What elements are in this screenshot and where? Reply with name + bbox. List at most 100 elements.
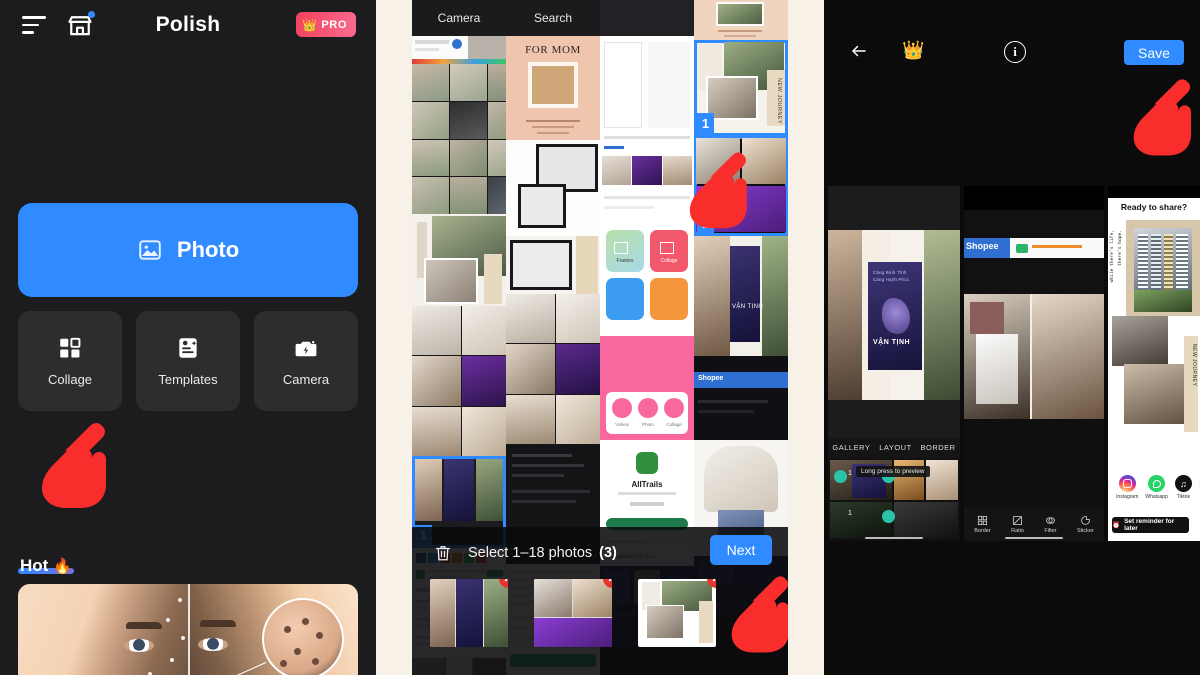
home-indicator <box>1005 536 1063 539</box>
editor-tab-row: GALLERY LAYOUT BORDER <box>828 438 960 456</box>
thumb-social-post[interactable] <box>412 36 506 64</box>
thumb-frames-white[interactable] <box>506 140 600 236</box>
editor-body: Càng Bình Tĩnh Càng Hạnh Phúc VẬN TỊNH G… <box>824 186 1200 675</box>
thumb-selected-3[interactable]: 1 <box>694 136 788 236</box>
tool-filter-label: Filter <box>1044 527 1057 534</box>
save-button-label: Save <box>1138 44 1170 61</box>
thumb-pink-dialog[interactable]: Videos Photo Collage <box>600 336 694 440</box>
eye-left <box>124 639 154 652</box>
editor-toolbar: Border Ratio Filter Sticker <box>964 507 1104 541</box>
selection-badge: 1 <box>697 113 714 133</box>
tool-ratio[interactable]: Ratio <box>1011 515 1024 534</box>
thumb-feature-cards[interactable]: Frames Collage <box>600 224 694 336</box>
thumb-shopee[interactable]: Shopee <box>694 356 788 440</box>
fire-icon: 🔥 <box>53 558 73 575</box>
middle-panel-photo-picker: 1 <box>412 0 788 675</box>
selected-thumb-2[interactable]: ✕ <box>534 579 612 647</box>
share-whatsapp[interactable]: Whatsapp <box>1145 475 1168 500</box>
thumb-fashion-grid[interactable] <box>506 294 600 445</box>
quick-action-tiles: Collage Templates Camera <box>18 311 358 411</box>
pro-badge-button[interactable]: 👑 PRO <box>296 12 356 37</box>
thumb-journey-poster[interactable] <box>412 214 506 306</box>
tab-camera[interactable]: Camera <box>412 0 506 36</box>
sparkle <box>178 598 182 602</box>
journey-caption: NEW JOURNEY <box>1191 344 1197 387</box>
tab-border[interactable]: BORDER <box>920 443 955 452</box>
info-icon[interactable]: i <box>1004 41 1026 63</box>
tool-filter[interactable]: Filter <box>1044 515 1057 534</box>
selected-thumb-1[interactable]: ✕ <box>430 579 508 647</box>
ready-to-share-heading: Ready to share? <box>1120 202 1188 212</box>
left-panel-app-home: Polish 👑 PRO Photo Collage Templates Cam… <box>0 0 376 675</box>
thumb-balcony-grid[interactable] <box>412 64 506 214</box>
share-tiktok[interactable]: ♫ Tiktok <box>1174 475 1192 500</box>
collage-grid-icon <box>57 335 83 361</box>
hand-pointer-collage <box>20 400 116 510</box>
home-indicator <box>865 536 923 539</box>
instagram-label: Instagram <box>1116 494 1139 500</box>
tab-search[interactable]: Search <box>506 0 600 36</box>
whatsapp-icon <box>1148 475 1166 492</box>
camera-tile[interactable]: Camera <box>254 311 358 411</box>
banner-line1: Càng Bình Tĩnh <box>873 270 907 275</box>
journey-caption: NEW JOURNEY <box>776 78 782 125</box>
camera-tile-label: Camera <box>282 372 330 387</box>
thumb-selected-2[interactable]: NEW JOURNEY 1 <box>694 40 788 136</box>
thumb-journey-beige[interactable] <box>506 236 600 294</box>
collage-editor-screen[interactable]: Càng Bình Tĩnh Càng Hạnh Phúc VẬN TỊNH G… <box>828 186 960 541</box>
tab-search-label: Search <box>533 11 573 25</box>
tab-layout[interactable]: LAYOUT <box>879 443 911 452</box>
sparkle <box>166 618 170 622</box>
selection-title: Select 1–18 photos <box>468 545 593 561</box>
tab-gallery[interactable]: GALLERY <box>832 443 870 452</box>
alltrails-label: AllTrails <box>631 480 663 489</box>
back-arrow-icon[interactable] <box>848 42 870 60</box>
thumb-white-frames[interactable] <box>600 36 694 224</box>
pro-label: PRO <box>321 18 347 31</box>
tab-placeholder-a[interactable] <box>600 0 694 36</box>
photo-button-label: Photo <box>176 237 240 262</box>
save-button[interactable]: Save <box>1124 40 1184 65</box>
before-after-divider <box>188 584 190 675</box>
right-panel-editor: 👑 i Save Càng Bình Tĩnh Càng Hạnh Phúc V… <box>824 0 1200 675</box>
banner-line2: Càng Hạnh Phúc <box>873 277 910 282</box>
selected-thumbnails: ✕ ✕ ✕ <box>430 579 716 647</box>
tab-placeholder-b[interactable] <box>694 0 788 36</box>
templates-tile[interactable]: Templates <box>136 311 240 411</box>
tool-ratio-label: Ratio <box>1011 527 1024 534</box>
long-press-tooltip: Long press to preview <box>856 466 930 477</box>
picker-tabs: Camera Search <box>412 0 788 36</box>
templates-tile-label: Templates <box>158 372 218 387</box>
screenshot-stage: Polish 👑 PRO Photo Collage Templates Cam… <box>0 0 1200 675</box>
set-reminder-button[interactable]: ⏰ Set reminder for later <box>1112 517 1190 533</box>
selected-thumb-3[interactable]: ✕ <box>638 579 716 647</box>
trash-icon[interactable] <box>434 543 452 563</box>
thumb-people-grid[interactable] <box>412 306 506 457</box>
thumb-banner-photo[interactable]: VẬN TỊNH <box>694 236 788 356</box>
share-screen[interactable]: Ready to share? while there's life, ther… <box>1108 186 1200 541</box>
thumb-for-mom[interactable]: FOR MOM <box>506 36 600 140</box>
tool-border[interactable]: Border <box>974 515 991 534</box>
more-left-icon <box>1108 475 1110 492</box>
collage-preview-screen[interactable]: Shopee Border Ratio Filter Sticker <box>964 186 1104 541</box>
crown-icon[interactable]: 👑 <box>902 40 924 61</box>
zoom-detail-circle <box>262 598 344 675</box>
camera-flash-icon <box>293 335 319 361</box>
shopee-label: Shopee <box>966 241 999 251</box>
hot-feature-card[interactable] <box>18 584 358 675</box>
tool-sticker[interactable]: Sticker <box>1077 515 1094 534</box>
collage-tile[interactable]: Collage <box>18 311 122 411</box>
next-button[interactable]: Next <box>710 535 772 565</box>
selection-count: (3) <box>599 545 617 561</box>
template-doc-icon <box>175 335 201 361</box>
share-target-partial-left[interactable]: m <box>1108 475 1110 500</box>
sparkle <box>181 636 185 640</box>
face-before-half <box>18 584 188 675</box>
hot-label: Hot <box>20 556 49 575</box>
share-instagram[interactable]: Instagram <box>1116 475 1138 500</box>
photo-button[interactable]: Photo <box>18 203 358 297</box>
set-reminder-label: Set reminder for later <box>1124 518 1175 532</box>
tab-camera-label: Camera <box>437 11 481 25</box>
eye-right <box>198 638 228 651</box>
share-targets: m Instagram Whatsapp <box>1108 475 1200 505</box>
